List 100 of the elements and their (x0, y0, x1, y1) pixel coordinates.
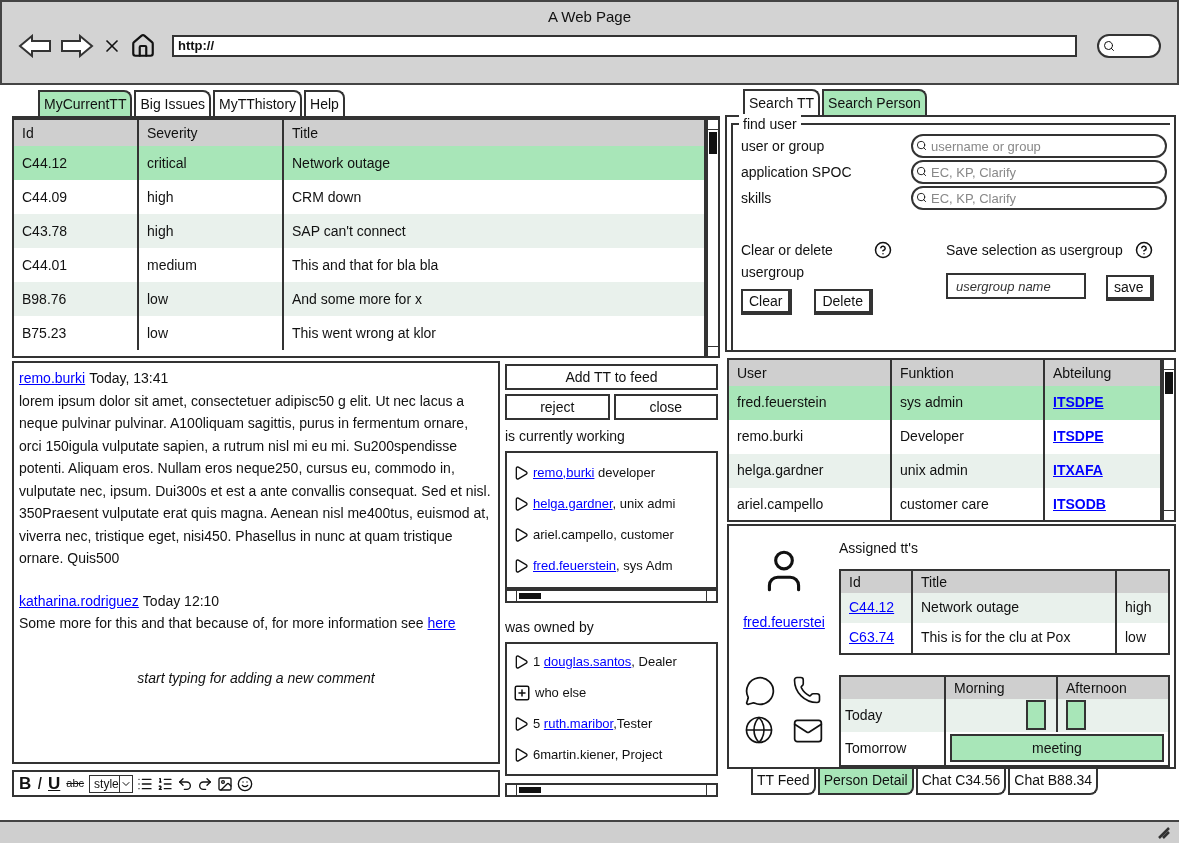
table-cell-text: high (147, 187, 174, 207)
expand-arrow-icon[interactable] (513, 746, 529, 763)
table-row[interactable]: B98.76 low And some more for x (14, 282, 704, 316)
tab[interactable]: Search Person (822, 89, 927, 116)
table-cell-text: This went wrong at klor (292, 323, 436, 343)
group-button[interactable]: Clear (741, 289, 793, 316)
format-button[interactable]: I (36, 775, 43, 792)
calendar-event[interactable]: meeting (950, 734, 1164, 763)
author-link[interactable]: remo.burki (19, 367, 86, 390)
ticket-link[interactable]: C44.12 (849, 597, 895, 619)
format-button[interactable]: abc (65, 778, 86, 789)
action-button[interactable]: close (613, 394, 718, 420)
expand-arrow-icon[interactable] (513, 715, 529, 732)
person-link[interactable]: fred.feuerstei (743, 611, 825, 633)
table-row[interactable]: helga.gardner unix admin ITXAFA (729, 453, 1160, 488)
expand-arrow-icon[interactable] (513, 526, 529, 543)
table-row[interactable]: fred.feuerstein sys admin ITSDPE (729, 385, 1160, 420)
table-cell-text: helga.gardner (737, 461, 824, 481)
post-text: lorem ipsum dolor sit amet, consectetuer adipisc50 g elit. Ut nec lacus a neque pulvinar pulvinar. A100liquam sagittis, purus in fermentum ornare, orci 150igula vulputate sapien, a rutrum nisl mi eu mi. Su200spendisse potenti. Aliquam eros. Nullam eros neque250, cursus eu, commodo in, vulputate nec, ipsum. Dui300s et est a ante convallis consequat. Sed et nisl. 350Praesent vulputate erat quis magna. Aenean nisl me400tus, euismod at, viverra nec, tristique eget, nisi450. Phasellus in nunc at quam tristique ornare. Quis500 (19, 391, 492, 568)
tab[interactable]: Search TT (743, 89, 821, 116)
usergroup-name-field[interactable]: usergroup name (946, 273, 1086, 300)
help-icon[interactable] (874, 241, 892, 260)
comment-input[interactable]: start typing for adding a new comment (19, 666, 493, 689)
person-link[interactable]: helga.gardner (533, 495, 613, 511)
list-item-text: who else (535, 683, 587, 702)
undo-icon[interactable] (176, 775, 193, 792)
ticket-link[interactable]: C63.74 (849, 627, 895, 649)
link[interactable]: here (427, 615, 456, 631)
expand-arrow-icon[interactable] (513, 653, 529, 670)
person-link[interactable]: remo,burki (533, 464, 595, 480)
table-cell-text: SAP can't connect (292, 221, 406, 241)
table-cell-text: C44.01 (22, 255, 68, 275)
url-field[interactable]: http:// (172, 34, 1077, 57)
section-label: is currently working (505, 427, 626, 446)
tab[interactable]: MyCurrentTT (38, 90, 133, 116)
save-button[interactable]: save (1106, 275, 1154, 302)
search-field[interactable] (1097, 33, 1161, 58)
forward-arrow-icon[interactable] (60, 33, 94, 58)
scrollbar[interactable] (505, 783, 718, 797)
table-cell-text: This and that for bla bla (292, 255, 439, 275)
person-link[interactable]: fred.feuerstein (533, 557, 617, 573)
department-link[interactable]: ITXAFA (1053, 460, 1103, 482)
group-button[interactable]: Delete (814, 289, 873, 316)
back-arrow-icon[interactable] (18, 33, 52, 58)
row-label: Today (845, 705, 883, 725)
help-icon[interactable] (1134, 241, 1153, 260)
search-icon (916, 192, 927, 204)
tab[interactable]: Help (304, 90, 345, 116)
person-link[interactable]: ruth.maribor (543, 715, 614, 731)
author-link[interactable]: katharina.rodriguez (19, 589, 139, 612)
section-title: Assigned tt's (839, 538, 919, 558)
resize-grip-icon[interactable] (1157, 825, 1171, 840)
table-row[interactable]: C44.12 critical Network outage (14, 146, 704, 180)
help-text: Clear or delete usergroup (741, 241, 834, 283)
style-dropdown[interactable]: style (89, 774, 133, 793)
search-field[interactable]: username or group (911, 134, 1167, 159)
redo-icon[interactable] (196, 775, 213, 792)
table-row[interactable]: C43.78 high SAP can't connect (14, 214, 704, 248)
section-label: was owned by (505, 618, 595, 637)
smiley-icon[interactable] (236, 775, 253, 792)
tab[interactable]: MyTThistory (213, 90, 303, 116)
expand-arrow-icon[interactable] (513, 464, 529, 481)
department-link[interactable]: ITSDPE (1053, 426, 1104, 448)
scrollbar[interactable] (706, 118, 720, 358)
tab[interactable]: Big Issues (134, 90, 212, 116)
column-header: Afternoon (1065, 678, 1128, 698)
search-field[interactable]: EC, KP, Clarify (911, 160, 1167, 185)
table-cell-text: C43.78 (22, 221, 68, 241)
plus-icon[interactable] (513, 683, 531, 702)
list-item-text: 1 douglas.santos, Dealer (533, 652, 677, 671)
numbered-list-icon[interactable] (156, 775, 173, 792)
scrollbar[interactable] (1162, 357, 1176, 522)
expand-arrow-icon[interactable] (513, 557, 529, 574)
table-cell-text: B98.76 (22, 289, 67, 309)
search-field[interactable]: EC, KP, Clarify (911, 186, 1167, 211)
chat-bubble-icon[interactable] (744, 674, 776, 707)
phone-icon[interactable] (792, 674, 822, 705)
add-button[interactable]: Add TT to feed (505, 364, 718, 390)
list-item-text: helga.gardner, unix admi (533, 494, 676, 513)
department-link[interactable]: ITSODB (1053, 494, 1106, 516)
table-cell-text: customer care (900, 495, 989, 515)
help-text: Save selection as usergroup (946, 241, 1123, 261)
format-button[interactable]: B (18, 775, 33, 792)
action-button[interactable]: reject (505, 394, 610, 420)
format-button[interactable]: U (47, 775, 62, 792)
search-icon (916, 166, 927, 178)
table-cell-text: critical (147, 153, 187, 173)
department-link[interactable]: ITSDPE (1053, 392, 1104, 414)
tab[interactable]: TT Feed (751, 768, 816, 795)
table-cell-text: unix admin (900, 461, 968, 481)
image-icon[interactable] (216, 775, 233, 792)
expand-arrow-icon[interactable] (513, 495, 529, 512)
tab[interactable]: Chat B88.34 (1008, 768, 1099, 795)
home-icon[interactable] (130, 32, 156, 59)
scrollbar[interactable] (505, 589, 718, 603)
tab[interactable]: Chat C34.56 (915, 768, 1007, 795)
table-cell-text: high (1125, 598, 1152, 618)
tab[interactable]: Person Detail (817, 768, 914, 795)
search-icon (1103, 39, 1115, 52)
table-cell-text: Network outage (921, 598, 1020, 618)
